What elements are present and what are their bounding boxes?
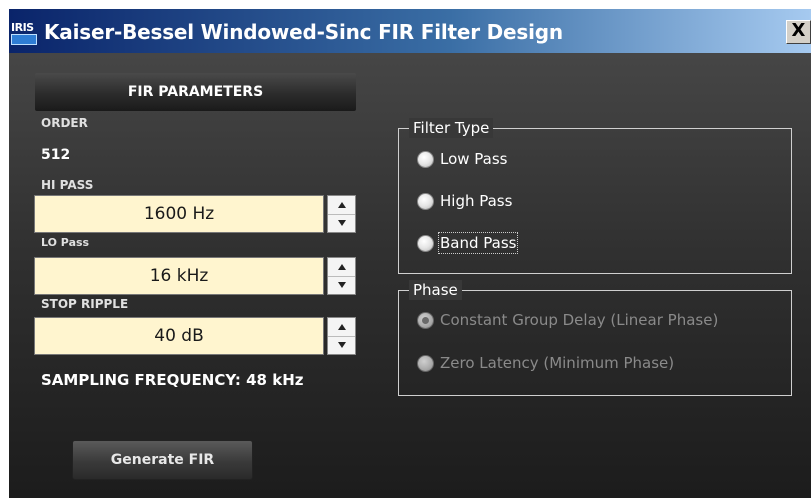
stop-ripple-increment-button[interactable] bbox=[328, 318, 355, 337]
radio-icon[interactable] bbox=[417, 150, 434, 168]
radio-icon[interactable] bbox=[417, 192, 434, 210]
arrow-up-icon bbox=[337, 202, 346, 208]
radio-label-linear-phase: Constant Group Delay (Linear Phase) bbox=[440, 311, 719, 329]
filter-type-group: Filter Type Low Pass High Pass Band Pass bbox=[398, 118, 792, 274]
logo-badge bbox=[11, 34, 37, 45]
client-area: FIR PARAMETERS ORDER 512 HI PASS 1600 Hz… bbox=[9, 53, 811, 498]
stop-ripple-label: STOP RIPPLE bbox=[41, 297, 129, 311]
lo-pass-decrement-button[interactable] bbox=[328, 276, 355, 294]
filter-type-title: Filter Type bbox=[409, 118, 494, 138]
stop-ripple-spinner[interactable] bbox=[327, 317, 356, 355]
app-logo-icon: IRIS bbox=[11, 22, 39, 48]
radio-band-pass[interactable]: Band Pass bbox=[417, 232, 519, 254]
radio-icon[interactable] bbox=[417, 354, 434, 372]
radio-label-band-pass: Band Pass bbox=[437, 232, 519, 254]
phase-group: Phase Constant Group Delay (Linear Phase… bbox=[398, 280, 792, 396]
arrow-up-icon bbox=[337, 324, 346, 330]
hi-pass-decrement-button[interactable] bbox=[328, 214, 355, 232]
sampling-frequency-text: SAMPLING FREQUENCY: 48 kHz bbox=[41, 371, 304, 389]
arrow-down-icon bbox=[337, 282, 346, 288]
order-value: 512 bbox=[41, 147, 71, 163]
lo-pass-label: LO Pass bbox=[41, 236, 90, 249]
radio-icon[interactable] bbox=[417, 311, 434, 329]
generate-fir-button[interactable]: Generate FIR bbox=[72, 440, 253, 480]
radio-low-pass[interactable]: Low Pass bbox=[417, 150, 508, 168]
radio-linear-phase[interactable]: Constant Group Delay (Linear Phase) bbox=[417, 311, 718, 329]
stop-ripple-decrement-button[interactable] bbox=[328, 336, 355, 354]
radio-label-minimum-phase: Zero Latency (Minimum Phase) bbox=[440, 354, 675, 372]
arrow-down-icon bbox=[337, 220, 346, 226]
radio-icon[interactable] bbox=[417, 234, 434, 252]
radio-high-pass[interactable]: High Pass bbox=[417, 192, 512, 210]
window-title: Kaiser-Bessel Windowed-Sinc FIR Filter D… bbox=[44, 20, 563, 44]
hi-pass-input[interactable]: 1600 Hz bbox=[34, 195, 324, 233]
hi-pass-spinner[interactable] bbox=[327, 195, 356, 233]
logo-text: IRIS bbox=[11, 21, 34, 34]
lo-pass-input[interactable]: 16 kHz bbox=[34, 257, 324, 295]
radio-label-low-pass: Low Pass bbox=[440, 150, 508, 168]
lo-pass-spinner[interactable] bbox=[327, 257, 356, 295]
arrow-down-icon bbox=[337, 342, 346, 348]
hi-pass-label: HI PASS bbox=[41, 178, 94, 192]
fir-parameters-header: FIR PARAMETERS bbox=[35, 73, 356, 111]
lo-pass-increment-button[interactable] bbox=[328, 258, 355, 277]
radio-minimum-phase[interactable]: Zero Latency (Minimum Phase) bbox=[417, 354, 674, 372]
arrow-up-icon bbox=[337, 264, 346, 270]
fir-design-window: IRIS Kaiser-Bessel Windowed-Sinc FIR Fil… bbox=[0, 0, 811, 498]
order-label: ORDER bbox=[41, 116, 88, 130]
stop-ripple-input[interactable]: 40 dB bbox=[34, 317, 324, 355]
close-button[interactable]: X bbox=[786, 20, 811, 44]
hi-pass-increment-button[interactable] bbox=[328, 196, 355, 215]
radio-label-high-pass: High Pass bbox=[440, 192, 513, 210]
phase-title: Phase bbox=[409, 280, 462, 300]
